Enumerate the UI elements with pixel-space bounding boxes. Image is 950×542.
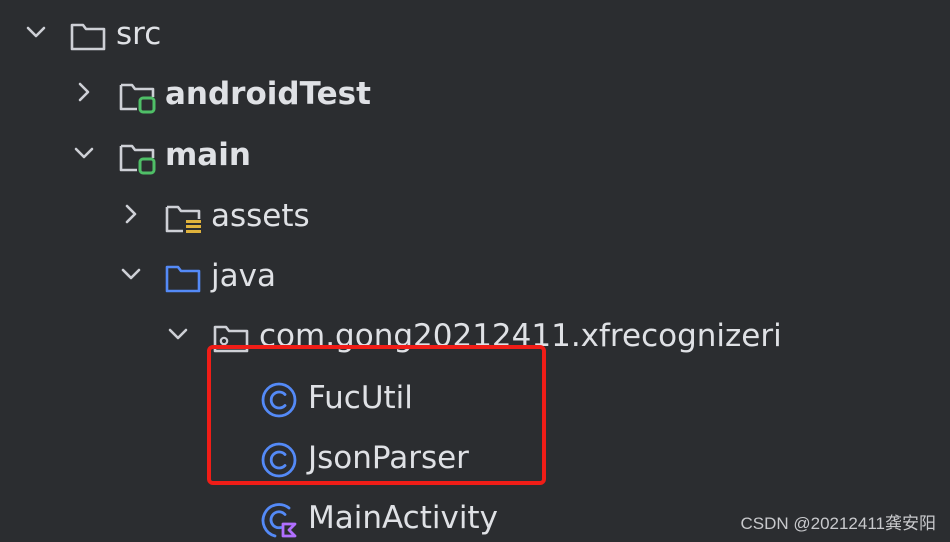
highlight-box: [207, 345, 546, 485]
tree-row-java[interactable]: java: [0, 248, 950, 304]
tree-label-java: java: [211, 258, 276, 294]
tree-row-assets[interactable]: assets: [0, 188, 950, 244]
java-source-folder-icon: [165, 265, 201, 293]
test-source-folder-icon: [119, 83, 156, 114]
tree-label-assets: assets: [211, 198, 310, 234]
chevron-down-icon[interactable]: [70, 139, 98, 167]
tree-row-android-test[interactable]: androidTest: [0, 66, 950, 122]
tree-label-main: main: [165, 137, 251, 173]
chevron-right-icon[interactable]: [117, 200, 145, 228]
source-root-folder-icon: [119, 144, 156, 175]
tree-row-main[interactable]: main: [0, 127, 950, 183]
resources-folder-icon: [165, 205, 201, 233]
tree-row-src[interactable]: src: [0, 6, 950, 62]
watermark: CSDN @20212411龚安阳: [740, 514, 936, 533]
project-tree: src androidTest main assets java com.gon…: [0, 0, 950, 542]
tree-label-class: MainActivity: [308, 500, 498, 536]
tree-label-android-test: androidTest: [165, 76, 371, 112]
tree-label-src: src: [116, 16, 162, 52]
chevron-down-icon[interactable]: [117, 260, 145, 288]
chevron-down-icon[interactable]: [164, 320, 192, 348]
kotlin-activity-icon: [261, 503, 297, 538]
chevron-right-icon[interactable]: [70, 78, 98, 106]
folder-icon: [70, 23, 106, 51]
chevron-down-icon[interactable]: [22, 18, 50, 46]
